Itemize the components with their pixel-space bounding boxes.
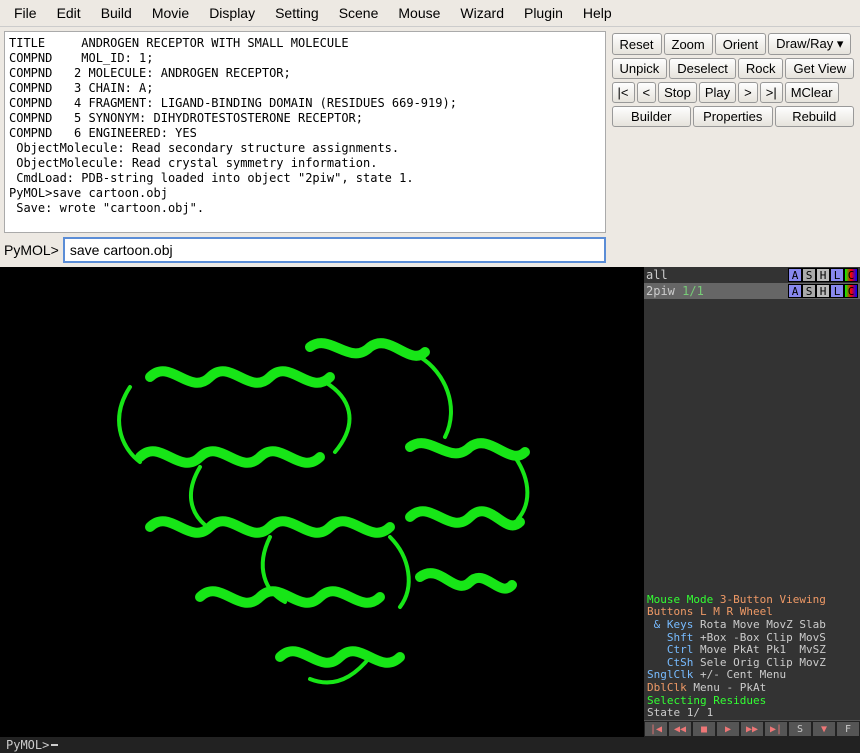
mouse-mode-panel[interactable]: Mouse Mode 3-Button Viewing Buttons L M … xyxy=(644,593,860,720)
orient-button[interactable]: Orient xyxy=(715,33,766,55)
reset-button[interactable]: Reset xyxy=(612,33,662,55)
console-input[interactable] xyxy=(63,237,606,263)
menu-plugin[interactable]: Plugin xyxy=(514,2,573,24)
object-name: 2piw 1/1 xyxy=(646,284,788,298)
obj-a-button[interactable]: A xyxy=(788,268,802,282)
obj-s-button[interactable]: S xyxy=(802,268,816,282)
snglclk-value: +/- Cent Menu xyxy=(700,668,786,681)
obj-a-button[interactable]: A xyxy=(788,284,802,298)
vcr-play-button[interactable]: ▶ xyxy=(716,721,740,737)
console-input-row: PyMOL> xyxy=(4,237,606,263)
obj-h-button[interactable]: H xyxy=(816,268,830,282)
obj-c-button[interactable]: C xyxy=(844,268,858,282)
obj-c-button[interactable]: C xyxy=(844,284,858,298)
-button[interactable]: >| xyxy=(760,82,783,103)
menu-setting[interactable]: Setting xyxy=(265,2,329,24)
menu-file[interactable]: File xyxy=(4,2,47,24)
mouse-mode-value: 3-Button Viewing xyxy=(720,593,826,606)
console-area: TITLE ANDROGEN RECEPTOR WITH SMALL MOLEC… xyxy=(0,27,610,267)
zoom-button[interactable]: Zoom xyxy=(664,33,713,55)
main-dark-area: allASHLC2piw 1/1ASHLC Mouse Mode 3-Butto… xyxy=(0,267,860,737)
menu-wizard[interactable]: Wizard xyxy=(450,2,514,24)
dblclk-value: Menu - PkAt xyxy=(693,681,766,694)
mouse-buttons-label: Buttons xyxy=(647,605,693,618)
mouse-mode-label: Mouse Mode xyxy=(647,593,713,606)
menu-edit[interactable]: Edit xyxy=(47,2,91,24)
object-side-panel: allASHLC2piw 1/1ASHLC Mouse Mode 3-Butto… xyxy=(644,267,860,737)
unpick-button[interactable]: Unpick xyxy=(612,58,668,79)
object-row-all[interactable]: allASHLC xyxy=(644,267,860,283)
dblclk-label: DblClk xyxy=(647,681,687,694)
vcr-controls: |◀ ◀◀ ■ ▶ ▶▶ ▶| S ▼ F xyxy=(644,720,860,737)
vcr-prev-button[interactable]: ◀◀ xyxy=(668,721,692,737)
obj-h-button[interactable]: H xyxy=(816,284,830,298)
mouse-buttons-cols: L M R Wheel xyxy=(700,605,773,618)
menu-movie[interactable]: Movie xyxy=(142,2,199,24)
vcr-stop-button[interactable]: ■ xyxy=(692,721,716,737)
rebuild-button[interactable]: Rebuild xyxy=(775,106,854,127)
get-view-button[interactable]: Get View xyxy=(785,58,854,79)
console-output[interactable]: TITLE ANDROGEN RECEPTOR WITH SMALL MOLEC… xyxy=(4,31,606,233)
-button[interactable]: < xyxy=(637,82,657,103)
vcr-spacer[interactable]: ▼ xyxy=(812,721,836,737)
control-button-panel: ResetZoomOrientDraw/Ray ▾ UnpickDeselect… xyxy=(610,27,860,267)
menu-display[interactable]: Display xyxy=(199,2,265,24)
menu-scene[interactable]: Scene xyxy=(329,2,389,24)
rock-button[interactable]: Rock xyxy=(738,58,784,79)
obj-l-button[interactable]: L xyxy=(830,284,844,298)
-button[interactable]: |< xyxy=(612,82,635,103)
vcr-f-button[interactable]: F xyxy=(836,721,860,737)
mclear-button[interactable]: MClear xyxy=(785,82,839,103)
properties-button[interactable]: Properties xyxy=(693,106,772,127)
menu-mouse[interactable]: Mouse xyxy=(388,2,450,24)
-button[interactable]: > xyxy=(738,82,758,103)
menubar: FileEditBuildMovieDisplaySettingSceneMou… xyxy=(0,0,860,27)
vcr-s-button[interactable]: S xyxy=(788,721,812,737)
menu-help[interactable]: Help xyxy=(573,2,622,24)
protein-cartoon-icon xyxy=(50,287,590,727)
obj-s-button[interactable]: S xyxy=(802,284,816,298)
bottom-prompt: PyMOL> xyxy=(6,738,49,752)
bottom-command-bar[interactable]: PyMOL> xyxy=(0,737,860,753)
object-list: allASHLC2piw 1/1ASHLC xyxy=(644,267,860,299)
play-button[interactable]: Play xyxy=(699,82,736,103)
deselect-button[interactable]: Deselect xyxy=(669,58,736,79)
object-row-2piw[interactable]: 2piw 1/1ASHLC xyxy=(644,283,860,299)
snglclk-label: SnglClk xyxy=(647,668,693,681)
top-panel: TITLE ANDROGEN RECEPTOR WITH SMALL MOLEC… xyxy=(0,27,860,267)
cursor-icon xyxy=(51,744,58,746)
obj-l-button[interactable]: L xyxy=(830,268,844,282)
menu-build[interactable]: Build xyxy=(91,2,142,24)
builder-button[interactable]: Builder xyxy=(612,106,691,127)
console-prompt-label: PyMOL> xyxy=(4,242,59,258)
state-indicator: State 1/ 1 xyxy=(647,707,857,720)
vcr-first-button[interactable]: |◀ xyxy=(644,721,668,737)
molecule-viewer[interactable] xyxy=(0,267,644,737)
vcr-last-button[interactable]: ▶| xyxy=(764,721,788,737)
object-name: all xyxy=(646,268,788,282)
vcr-next-button[interactable]: ▶▶ xyxy=(740,721,764,737)
draw-ray-button[interactable]: Draw/Ray ▾ xyxy=(768,33,851,55)
stop-button[interactable]: Stop xyxy=(658,82,697,103)
